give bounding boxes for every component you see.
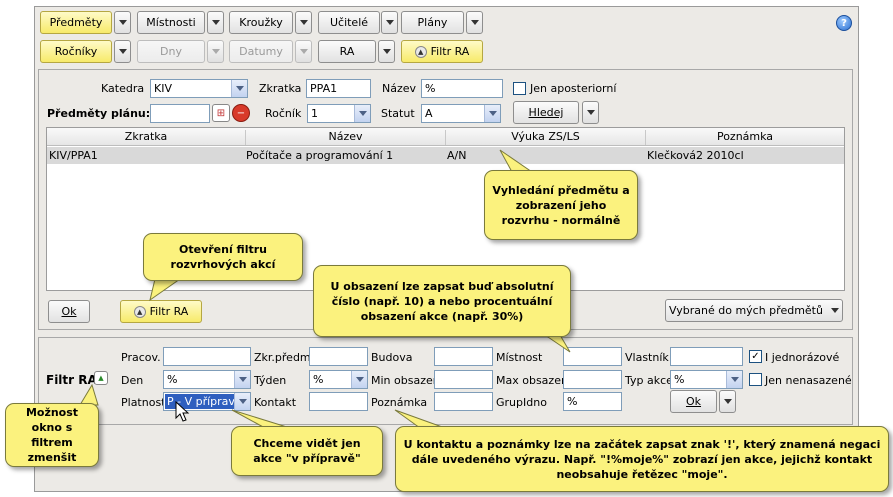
callout-chceme: Chceme vidět jen akce "v přípravě" [231,426,383,476]
callout-otevreni: Otevření filtru rozvrhových akcí [143,233,303,281]
callout-vyhledani: Vyhledání předmětu a zobrazení jeho rozv… [484,170,638,240]
callout-tails [79,149,571,429]
callout-kontakt: U kontaktu a poznámky lze na začátek zap… [395,426,889,492]
callout-obsazeni: U obsazení lze zapsat buď absolutní čísl… [313,265,571,337]
callout-moznost: Možnost okno s filtrem zmenšit [5,403,99,467]
